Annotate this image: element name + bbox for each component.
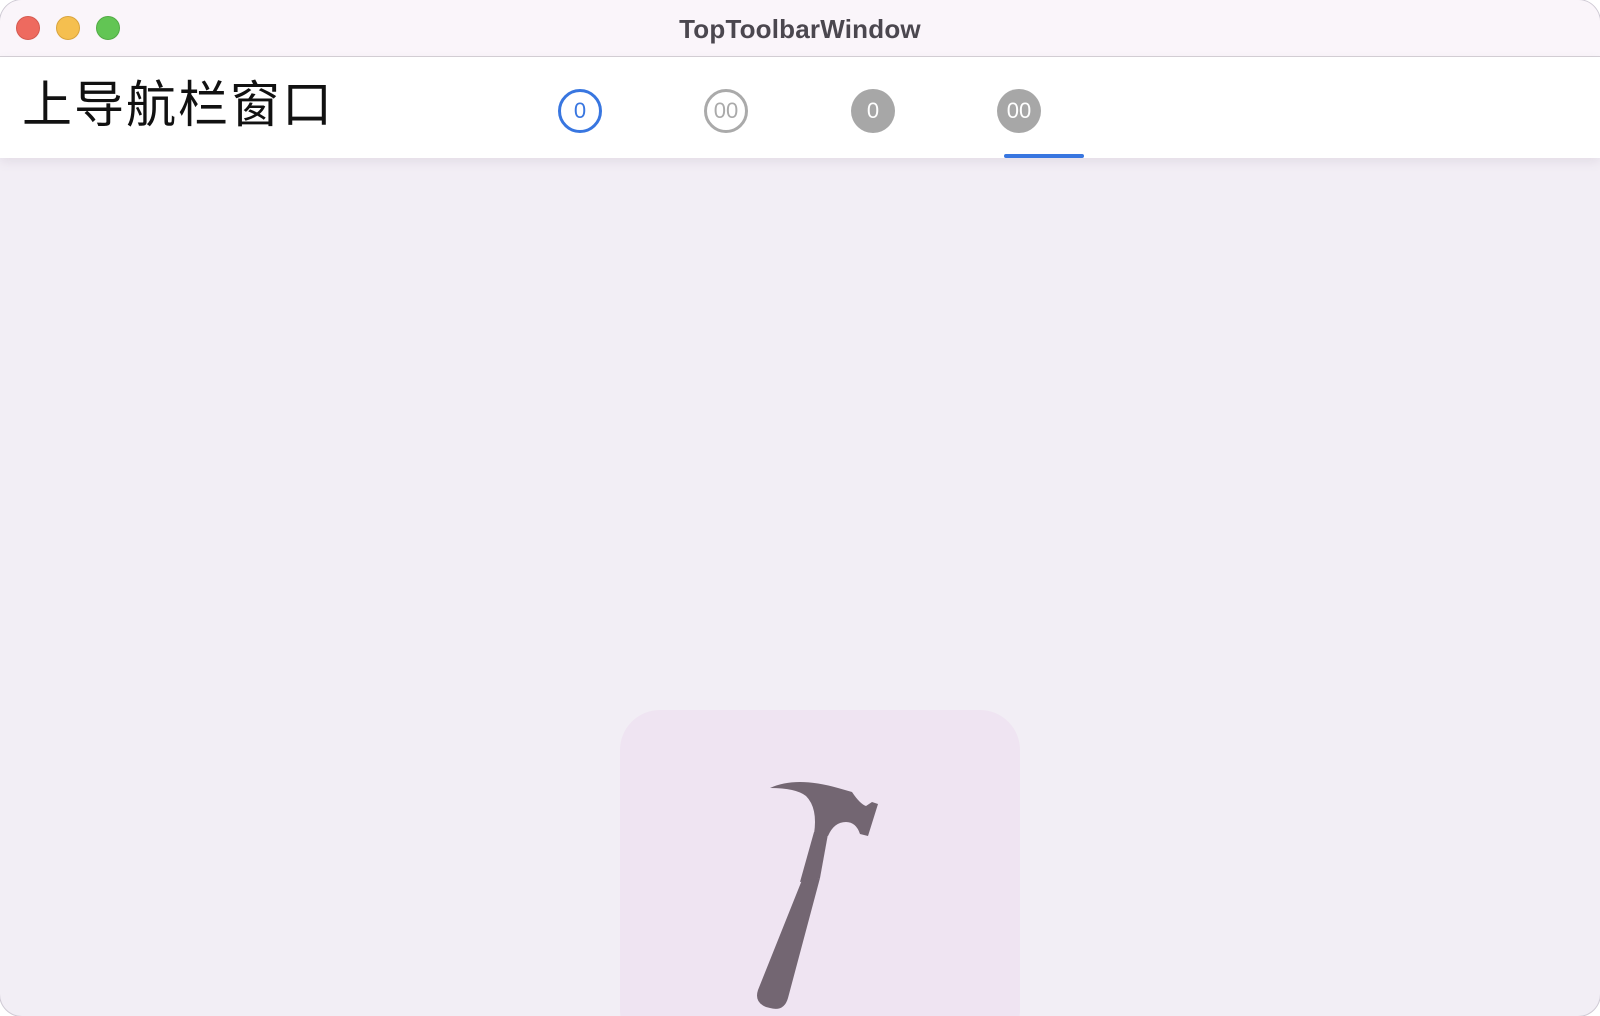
window-title: TopToolbarWindow xyxy=(679,14,921,44)
top-toolbar: 上导航栏窗口 0 00 0 00 xyxy=(0,57,1600,158)
title-bar[interactable]: TopToolbarWindow xyxy=(0,0,1600,57)
tab-4-label: 00 xyxy=(1006,98,1032,123)
tab-2[interactable]: 00 xyxy=(704,89,748,133)
tab-1-label: 0 xyxy=(573,98,587,123)
tab-4[interactable]: 00 xyxy=(997,89,1041,133)
selected-tab-indicator xyxy=(1004,154,1084,158)
tab-1[interactable]: 0 xyxy=(558,89,602,133)
tab-3[interactable]: 0 xyxy=(851,89,895,133)
app-window: TopToolbarWindow 上导航栏窗口 0 00 0 00 xyxy=(0,0,1600,1016)
tab-3-label: 0 xyxy=(866,98,880,123)
hammer-icon xyxy=(757,782,878,1009)
toolbar-title: 上导航栏窗口 xyxy=(22,76,334,134)
tab-2-label: 00 xyxy=(713,98,739,123)
app-icon-tile xyxy=(620,710,1020,1016)
